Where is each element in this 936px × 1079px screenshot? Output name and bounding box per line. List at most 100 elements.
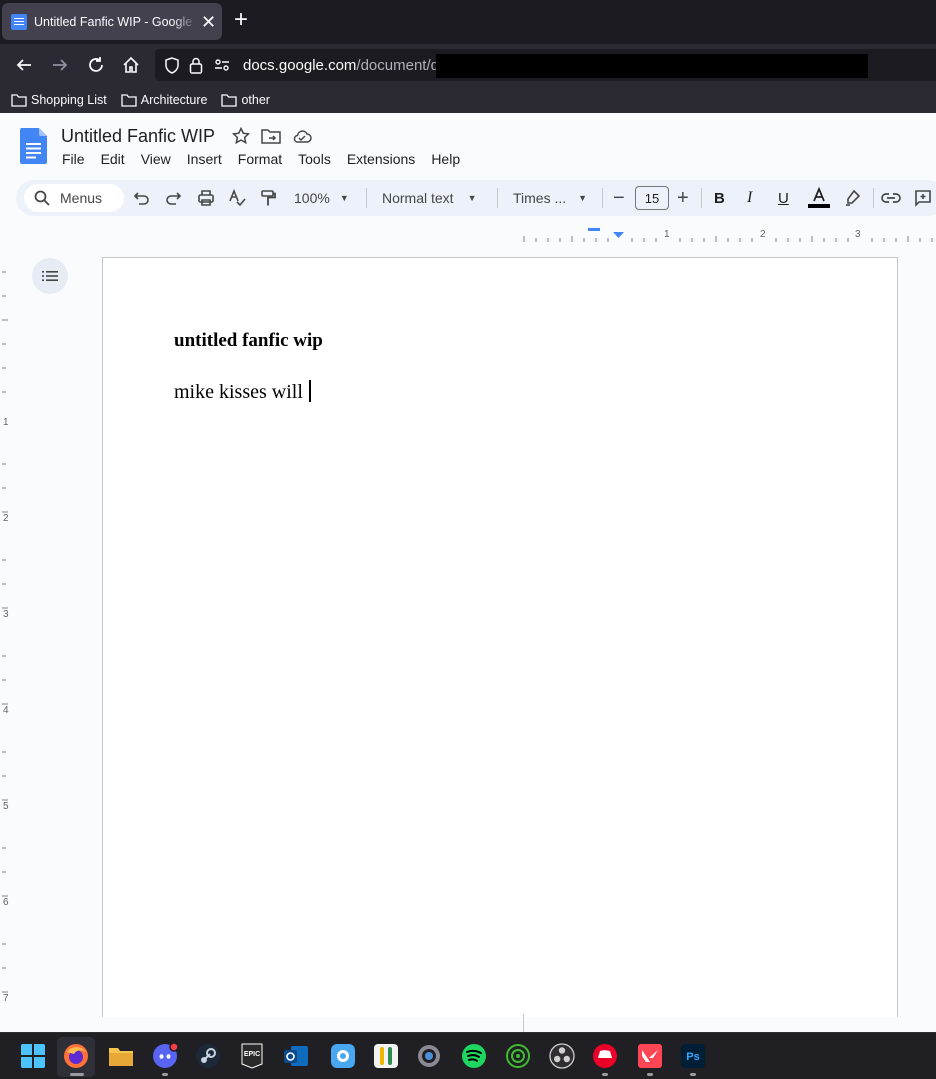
obs-icon[interactable] — [549, 1043, 575, 1069]
document-title[interactable]: Untitled Fanfic WIP — [61, 126, 215, 147]
epic-games-icon[interactable]: EPIC — [239, 1043, 265, 1069]
document-outline-button[interactable] — [32, 258, 68, 294]
menu-help[interactable]: Help — [431, 151, 460, 167]
menu-edit[interactable]: Edit — [101, 151, 125, 167]
horizontal-ruler[interactable]: 1 2 3 — [0, 228, 936, 242]
xbox-icon[interactable] — [505, 1043, 531, 1069]
close-tab-icon[interactable]: ✕ — [201, 13, 216, 31]
menu-extensions[interactable]: Extensions — [347, 151, 415, 167]
browser-tab[interactable]: Untitled Fanfic WIP - Google Docs ✕ — [2, 3, 222, 40]
move-folder-icon[interactable] — [261, 127, 281, 145]
url-text: docs.google.com/document/d/ — [243, 57, 443, 74]
reload-button[interactable] — [82, 51, 110, 79]
riot-client-icon[interactable] — [592, 1043, 618, 1069]
shield-icon[interactable] — [161, 56, 183, 74]
menu-insert[interactable]: Insert — [187, 151, 222, 167]
forward-button[interactable] — [46, 51, 74, 79]
photos-icon[interactable] — [330, 1043, 356, 1069]
outlook-icon[interactable] — [283, 1043, 309, 1069]
star-icon[interactable] — [232, 127, 250, 145]
add-comment-icon — [915, 190, 931, 207]
menu-format[interactable]: Format — [238, 151, 282, 167]
redacted-url-segment — [436, 54, 868, 78]
ruler-number: 2 — [760, 229, 766, 240]
document-heading[interactable]: untitled fanfic wip — [174, 330, 323, 352]
vertical-ruler[interactable]: 1 2 3 4 5 6 7 — [0, 242, 16, 1032]
document-body-text: mike kisses will — [174, 381, 303, 403]
paragraph-style-select[interactable]: Normal text ▼ — [382, 180, 477, 216]
menu-tools[interactable]: Tools — [298, 151, 331, 167]
page-divider — [523, 1014, 524, 1032]
undo-button[interactable] — [133, 180, 151, 216]
photoshop-icon[interactable]: Ps — [680, 1043, 706, 1069]
menu-file[interactable]: File — [62, 151, 85, 167]
home-button[interactable] — [117, 51, 145, 79]
vruler-number: 2 — [3, 513, 9, 524]
formatting-toolbar: Menus 100% ▼ Normal text ▼ Times ... ▼ −… — [16, 180, 936, 216]
font-family-select[interactable]: Times ... ▼ — [513, 180, 587, 216]
print-button[interactable] — [197, 180, 215, 216]
url-domain: docs.google.com — [243, 56, 357, 74]
vruler-number: 6 — [3, 897, 9, 908]
add-comment-button[interactable] — [914, 180, 932, 216]
bookmark-other[interactable]: other — [221, 93, 270, 107]
settings-icon[interactable] — [416, 1043, 442, 1069]
redo-button[interactable] — [164, 180, 182, 216]
document-body-line[interactable]: mike kisses will — [174, 380, 311, 404]
italic-button[interactable]: I — [747, 180, 752, 216]
bookmarks-bar: Shopping List Architecture other — [0, 86, 936, 113]
lock-icon[interactable] — [185, 57, 207, 74]
tab-title: Untitled Fanfic WIP - Google Docs — [34, 14, 197, 29]
firefox-icon[interactable] — [63, 1043, 89, 1069]
toolbar-divider — [366, 188, 367, 208]
new-tab-button[interactable]: + — [234, 8, 248, 32]
highlight-color-button[interactable] — [843, 180, 861, 216]
cloud-saved-icon[interactable] — [292, 127, 312, 145]
site-permissions-icon[interactable] — [211, 58, 233, 72]
file-explorer-icon[interactable] — [108, 1043, 134, 1069]
font-size-input[interactable]: 15 — [635, 186, 669, 210]
search-menus-button[interactable]: Menus — [24, 184, 124, 212]
steam-icon[interactable] — [195, 1043, 221, 1069]
svg-text:Ps: Ps — [686, 1051, 699, 1063]
running-indicator — [647, 1073, 653, 1076]
reload-icon — [89, 57, 103, 72]
google-docs-logo-icon[interactable] — [20, 128, 47, 164]
back-arrow-icon — [16, 59, 31, 71]
menu-view[interactable]: View — [141, 151, 171, 167]
vruler-number: 7 — [3, 993, 9, 1004]
url-path: /document/d/ — [356, 56, 444, 74]
spellcheck-button[interactable] — [228, 180, 246, 216]
increase-font-size-button[interactable]: + — [677, 180, 689, 216]
spotify-icon[interactable] — [461, 1043, 487, 1069]
back-button[interactable] — [10, 51, 38, 79]
outline-list-icon — [42, 271, 58, 281]
forward-arrow-icon — [53, 59, 68, 71]
paint-format-button[interactable] — [260, 180, 278, 216]
bookmark-architecture[interactable]: Architecture — [121, 93, 207, 107]
toolbar-divider — [873, 188, 874, 208]
title-actions — [232, 127, 312, 145]
redo-icon — [166, 192, 182, 205]
windows-taskbar: EPIC Ps — [0, 1032, 936, 1079]
zoom-select[interactable]: 100% ▼ — [294, 180, 349, 216]
decrease-font-size-button[interactable]: − — [613, 180, 625, 216]
windows-start-icon[interactable] — [20, 1043, 46, 1069]
valorant-icon[interactable] — [637, 1043, 663, 1069]
menu-bar: File Edit View Insert Format Tools Exten… — [62, 151, 476, 167]
ruler-number: 1 — [664, 229, 670, 240]
underline-button[interactable]: U — [778, 180, 789, 216]
toolbar-divider — [497, 188, 498, 208]
chevron-down-icon: ▼ — [339, 193, 349, 203]
text-color-button[interactable] — [808, 180, 830, 216]
bold-button[interactable]: B — [714, 180, 725, 216]
password-manager-icon[interactable] — [373, 1043, 399, 1069]
insert-link-button[interactable] — [881, 180, 901, 216]
folder-icon — [11, 93, 27, 107]
document-page[interactable]: untitled fanfic wip mike kisses will — [102, 257, 898, 1017]
print-icon — [198, 190, 214, 206]
spellcheck-icon — [229, 189, 246, 207]
bookmark-shopping-list[interactable]: Shopping List — [11, 93, 107, 107]
discord-icon[interactable] — [152, 1043, 178, 1069]
first-line-indent-marker — [588, 228, 600, 231]
